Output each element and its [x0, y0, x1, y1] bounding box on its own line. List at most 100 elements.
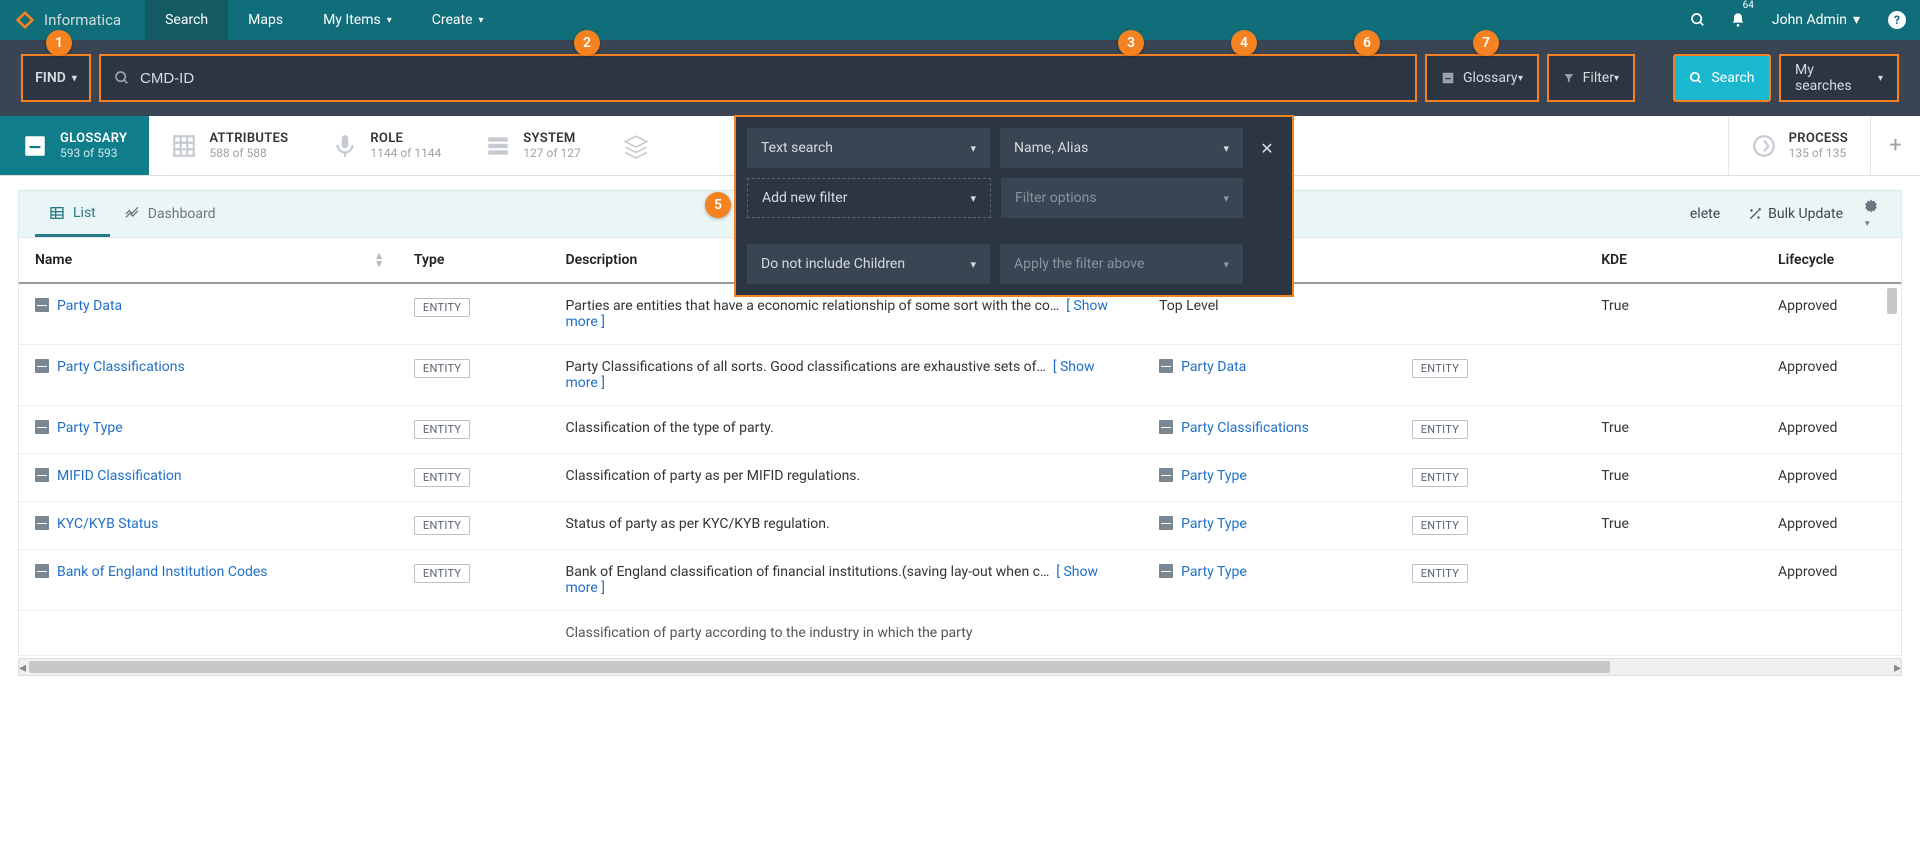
lifecycle-value: Approved	[1762, 283, 1901, 345]
parent-link[interactable]: Party Classifications	[1181, 420, 1309, 436]
book-icon	[1159, 516, 1173, 530]
book-icon	[1159, 564, 1173, 578]
bulk-update-action[interactable]: Bulk Update	[1734, 206, 1857, 222]
add-new-filter[interactable]: Add new filter▾	[747, 178, 991, 218]
parent-link[interactable]: Party Type	[1181, 468, 1247, 484]
filter-fields-select[interactable]: Name, Alias▾	[1000, 128, 1243, 168]
notifications-icon[interactable]: 64	[1718, 0, 1758, 40]
scope-glossary-dropdown[interactable]: Glossary▾	[1426, 55, 1538, 101]
apply-filter-select[interactable]: Apply the filter above▾	[1000, 244, 1243, 284]
sort-icon[interactable]: ▴▾	[376, 252, 382, 268]
book-icon	[1159, 468, 1173, 482]
horizontal-scrollbar[interactable]: ◂▸	[18, 658, 1902, 676]
help-icon[interactable]: ?	[1888, 11, 1906, 29]
book-icon	[35, 359, 49, 373]
search-input-wrap	[100, 55, 1416, 101]
search-input[interactable]	[140, 55, 1402, 101]
view-tab-dashboard[interactable]: Dashboard	[110, 191, 230, 237]
view-tab-list[interactable]: List	[35, 191, 110, 237]
entity-badge: ENTITY	[1412, 564, 1468, 583]
search-bar: FIND▾ Glossary▾ Filter▾ Search My search…	[0, 40, 1920, 116]
parent-link[interactable]: Party Data	[1181, 359, 1246, 375]
cat-attributes[interactable]: ATTRIBUTES588 of 588	[149, 116, 310, 175]
chart-icon	[124, 206, 140, 222]
lifecycle-value: Approved	[1762, 406, 1901, 454]
entity-badge: ENTITY	[1412, 420, 1468, 439]
search-icon	[1689, 71, 1703, 85]
cat-system[interactable]: SYSTEM127 of 127	[463, 116, 602, 175]
filter-options-select[interactable]: Filter options▾	[1001, 178, 1243, 218]
row-name-link[interactable]: Party Type	[57, 420, 123, 436]
cat-process[interactable]: PROCESS135 of 135	[1728, 116, 1870, 175]
row-name-link[interactable]: KYC/KYB Status	[57, 516, 158, 532]
search-button[interactable]: Search	[1674, 55, 1770, 101]
include-children-select[interactable]: Do not include Children▾	[747, 244, 990, 284]
table-row: MIFID ClassificationENTITYClassification…	[19, 454, 1901, 502]
vertical-scrollbar[interactable]	[1885, 288, 1899, 654]
results-table: Name▴▾ Type Description KDE Lifecycle Pa…	[19, 238, 1901, 656]
nav-maps[interactable]: Maps	[228, 0, 303, 40]
row-name-link[interactable]: MIFID Classification	[57, 468, 182, 484]
col-name: Name▴▾	[19, 238, 398, 283]
row-description: Party Classifications of all sorts. Good…	[549, 345, 1143, 406]
kde-value: True	[1585, 454, 1762, 502]
top-nav: Informatica Search Maps My Items▾ Create…	[0, 0, 1920, 40]
nav-search[interactable]: Search	[145, 0, 228, 40]
row-name-link[interactable]: Bank of England Institution Codes	[57, 564, 268, 580]
book-icon	[35, 564, 49, 578]
show-more-link[interactable]: [ Show more ]	[565, 359, 1094, 391]
kde-value: True	[1585, 406, 1762, 454]
entity-badge: ENTITY	[414, 298, 470, 317]
table-icon	[49, 205, 65, 221]
entity-badge: ENTITY	[1412, 516, 1468, 535]
table-row: Party Classifications ENTITY Party Classif…	[19, 345, 1901, 406]
my-searches-dropdown[interactable]: My searches▾	[1780, 55, 1898, 101]
row-description: Status of party as per KYC/KYB regulatio…	[549, 502, 1143, 550]
filter-icon	[1563, 71, 1575, 85]
cat-role[interactable]: ROLE1144 of 1144	[310, 116, 463, 175]
book-icon	[1159, 420, 1173, 434]
nav-create[interactable]: Create▾	[412, 0, 504, 40]
callout-4: 4	[1231, 30, 1257, 56]
callout-6: 6	[1354, 30, 1380, 56]
lifecycle-value: Approved	[1762, 454, 1901, 502]
find-dropdown[interactable]: FIND▾	[22, 55, 90, 101]
filter-row-close-icon[interactable]: ✕	[1253, 139, 1281, 158]
entity-badge: ENTITY	[1412, 359, 1468, 378]
parent-link[interactable]: Party Type	[1181, 516, 1247, 532]
parent-link[interactable]: Party Type	[1181, 564, 1247, 580]
user-menu[interactable]: John Admin▾	[1758, 0, 1874, 40]
row-description: Classification of the type of party.	[549, 406, 1143, 454]
delete-action[interactable]: elete	[1676, 206, 1734, 222]
brand-logo-icon	[14, 9, 36, 31]
show-more-link[interactable]: [ Show more ]	[565, 298, 1107, 330]
callout-1: 1	[46, 30, 72, 56]
book-icon	[22, 133, 48, 159]
entity-badge: ENTITY	[414, 564, 470, 583]
filter-panel: Text search▾ Name, Alias▾ ✕ Add new filt…	[735, 116, 1293, 296]
settings-gear-icon[interactable]: ▾	[1857, 198, 1885, 230]
row-description: Classification of party according to the…	[549, 611, 1143, 656]
nav-myitems[interactable]: My Items▾	[303, 0, 412, 40]
table-row: Bank of England Institution Codes ENTITY B…	[19, 550, 1901, 611]
row-name-link[interactable]: Party Data	[57, 298, 122, 314]
row-description: Bank of England classification of financ…	[549, 550, 1143, 611]
notification-count: 64	[1743, 0, 1754, 11]
nav-right: 64 John Admin▾ ?	[1678, 0, 1920, 40]
kde-value: True	[1585, 502, 1762, 550]
search-icon	[114, 70, 130, 86]
cat-more-icon[interactable]	[607, 116, 665, 175]
filter-type-select[interactable]: Text search▾	[747, 128, 990, 168]
cat-glossary[interactable]: GLOSSARY593 of 593	[0, 116, 149, 175]
table-row: Party Type ENTITY Classification of the ty…	[19, 406, 1901, 454]
show-more-link[interactable]: [ Show more ]	[565, 564, 1098, 596]
entity-badge: ENTITY	[414, 516, 470, 535]
col-kde: KDE	[1585, 238, 1762, 283]
book-icon	[35, 298, 49, 312]
cat-add-button[interactable]: +	[1870, 116, 1920, 175]
book-icon	[1441, 71, 1455, 85]
row-name-link[interactable]: Party Classifications	[57, 359, 185, 375]
filter-dropdown[interactable]: Filter▾	[1548, 55, 1634, 101]
global-search-icon[interactable]	[1678, 0, 1718, 40]
col-type: Type	[398, 238, 550, 283]
